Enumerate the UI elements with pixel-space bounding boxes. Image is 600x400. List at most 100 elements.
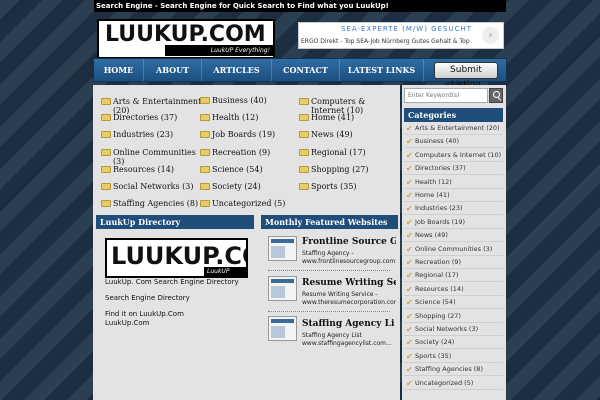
category-link[interactable]: Recreation (9) xyxy=(200,148,302,157)
category-link[interactable]: News (49) xyxy=(299,130,397,139)
check-icon: ✔ xyxy=(406,311,413,321)
category-link[interactable]: Health (12) xyxy=(200,113,302,122)
category-link[interactable]: Social Networks (3) xyxy=(101,182,203,191)
check-icon: ✔ xyxy=(406,217,413,227)
sidebar-category-label: Regional (17) xyxy=(415,271,459,280)
check-icon: ✔ xyxy=(406,351,413,361)
nav-about[interactable]: ABOUT xyxy=(144,59,202,81)
sidebar-category-link[interactable]: ✔ Science (54) xyxy=(404,296,503,310)
check-icon: ✔ xyxy=(406,191,413,200)
category-link[interactable]: Resources (14) xyxy=(101,165,203,174)
featured-panel: Frontline Source G Staffing Agency - www… xyxy=(261,230,398,400)
category-link[interactable]: Shopping (27) xyxy=(299,165,397,174)
logo-tagline: LuukUP Everything! xyxy=(165,45,273,56)
sidebar-category-link[interactable]: ✔ Directories (37) xyxy=(404,162,503,176)
sidebar-category-link[interactable]: ✔ Online Communities (3) xyxy=(404,243,503,256)
category-link[interactable]: Uncategorized (5) xyxy=(200,199,302,208)
directory-banner-image[interactable]: LUUKUP.COM LuukUP Everything! xyxy=(105,238,248,278)
directory-heading: LuukUp Directory xyxy=(96,215,254,229)
featured-desc: Staffing Agency List xyxy=(302,332,362,339)
sidebar: Categories ✔Arts & Entertainment (20)✔Bu… xyxy=(402,85,506,400)
nav-home[interactable]: HOME xyxy=(94,59,144,81)
site-thumbnail[interactable] xyxy=(268,276,297,301)
folder-icon xyxy=(299,114,309,121)
sidebar-category-link[interactable]: ✔ Industries (23) xyxy=(404,202,503,216)
sidebar-category-link[interactable]: ✔ Job Boards (19) xyxy=(404,216,503,229)
site-logo[interactable]: LUUKUP.COM LuukUP Everything! xyxy=(97,19,275,59)
nav-contact[interactable]: CONTACT xyxy=(272,59,340,81)
submit-listing-button[interactable]: Submit Listing xyxy=(434,62,498,90)
banner-logo-text: LUUKUP.COM xyxy=(111,242,246,270)
category-link[interactable]: Business (40) xyxy=(200,96,302,105)
sidebar-category-label: News (49) xyxy=(415,231,448,240)
featured-title[interactable]: Staffing Agency Li xyxy=(302,319,396,329)
sidebar-category-link[interactable]: ✔ Social Networks (3) xyxy=(404,323,503,336)
ad-title[interactable]: SEA-EXPERTE (M/W) GESUCHT xyxy=(341,25,472,33)
sidebar-category-link[interactable]: ✔ Arts & Entertainment (20) xyxy=(404,122,503,135)
sidebar-category-link[interactable]: ✔ Sports (35) xyxy=(404,350,503,363)
sidebar-category-link[interactable]: ✔ Society (24) xyxy=(404,336,503,350)
check-icon: ✔ xyxy=(406,177,413,187)
check-icon: ✔ xyxy=(406,284,413,294)
category-link[interactable]: Directories (37) xyxy=(101,113,203,122)
advertisement[interactable]: SEA-EXPERTE (M/W) GESUCHT ERGO Direkt - … xyxy=(298,22,504,49)
folder-icon xyxy=(101,149,111,156)
folder-icon xyxy=(299,131,309,138)
search-icon[interactable] xyxy=(489,88,503,103)
sidebar-category-link[interactable]: ✔ Regional (17) xyxy=(404,269,503,283)
category-link[interactable]: Regional (17) xyxy=(299,148,397,157)
category-link[interactable]: Online Communities (3) xyxy=(101,148,203,166)
search-input[interactable] xyxy=(404,88,488,103)
sidebar-category-label: Directories (37) xyxy=(415,164,466,173)
ad-text[interactable]: ERGO Direkt - Top SEA-Job Nürnberg Gutes… xyxy=(301,38,471,45)
site-thumbnail[interactable] xyxy=(268,316,297,341)
site-thumbnail[interactable] xyxy=(268,236,297,261)
category-link[interactable]: Job Boards (19) xyxy=(200,130,302,139)
folder-icon xyxy=(101,183,111,190)
check-icon: ✔ xyxy=(406,204,413,214)
directory-panel: LUUKUP.COM LuukUP Everything! LuukUp. Co… xyxy=(96,230,254,400)
sidebar-category-label: Online Communities (3) xyxy=(415,244,493,253)
top-bar: Search Engine - Search Engine for Quick … xyxy=(94,0,506,12)
folder-icon xyxy=(200,149,210,156)
check-icon: ✔ xyxy=(406,231,413,241)
featured-title[interactable]: Resume Writing Ser xyxy=(302,278,396,288)
logo-text: LUUKUP.COM xyxy=(105,22,266,47)
sidebar-category-link[interactable]: ✔ Resources (14) xyxy=(404,283,503,296)
category-link[interactable]: Industries (23) xyxy=(101,130,203,139)
sidebar-category-link[interactable]: ✔ Uncategorized (5) xyxy=(404,377,503,390)
category-link[interactable]: Home (41) xyxy=(299,113,397,122)
folder-icon xyxy=(299,183,309,190)
check-icon: ✔ xyxy=(406,244,413,254)
sidebar-category-link[interactable]: ✔ News (49) xyxy=(404,229,503,243)
sidebar-category-label: Computers & Internet (10) xyxy=(415,150,502,159)
sidebar-category-link[interactable]: ✔ Shopping (27) xyxy=(404,310,503,323)
sidebar-category-label: Home (41) xyxy=(415,191,450,199)
chevron-right-icon[interactable]: › xyxy=(482,27,499,44)
featured-url[interactable]: www.frontlinesourcegroup.com... xyxy=(302,258,396,265)
sidebar-category-link[interactable]: ✔ Recreation (9) xyxy=(404,256,503,269)
featured-desc: Staffing Agency - xyxy=(302,250,354,257)
sidebar-category-link[interactable]: ✔ Computers & Internet (10) xyxy=(404,149,503,162)
sidebar-category-label: Society (24) xyxy=(415,338,455,347)
check-icon: ✔ xyxy=(406,258,413,267)
featured-url[interactable]: www.theresumecorporation.com xyxy=(302,299,396,306)
check-icon: ✔ xyxy=(406,164,413,174)
folder-icon xyxy=(101,98,111,105)
nav-articles[interactable]: ARTICLES xyxy=(202,59,272,81)
featured-title[interactable]: Frontline Source G xyxy=(302,237,396,247)
check-icon: ✔ xyxy=(406,137,413,147)
category-link[interactable]: Science (54) xyxy=(200,165,302,174)
check-icon: ✔ xyxy=(406,298,413,308)
sidebar-category-link[interactable]: ✔ Home (41) xyxy=(404,189,503,202)
category-link[interactable]: Society (24) xyxy=(200,182,302,191)
check-icon: ✔ xyxy=(406,150,413,160)
featured-url[interactable]: www.staffingagencylist.com... xyxy=(302,340,396,347)
sidebar-category-link[interactable]: ✔ Health (12) xyxy=(404,176,503,189)
category-link[interactable]: Staffing Agencies (8) xyxy=(101,199,203,208)
sidebar-category-link[interactable]: ✔ Business (40) xyxy=(404,135,503,149)
nav-latest-links[interactable]: LATEST LINKS xyxy=(340,59,424,81)
folder-icon xyxy=(200,131,210,138)
category-link[interactable]: Sports (35) xyxy=(299,182,397,191)
sidebar-category-link[interactable]: ✔ Staffing Agencies (8) xyxy=(404,363,503,377)
